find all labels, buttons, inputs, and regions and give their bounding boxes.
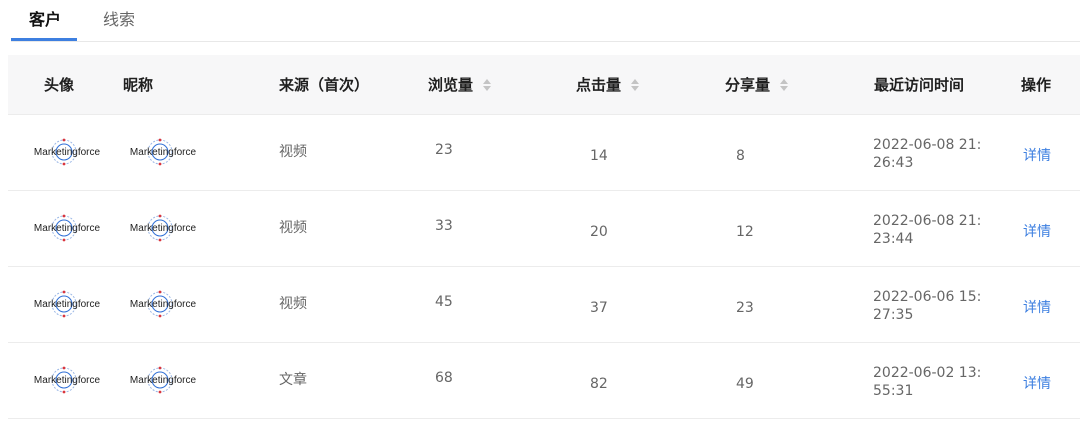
column-header-source: 来源（首次） — [279, 76, 370, 94]
table-header: 头像 昵称 来源（首次） 浏览量 点击量 分享量 最近访问时间 操作 — [8, 55, 1080, 115]
nickname-logo: Marketingforce — [124, 131, 202, 173]
shares-cell: 8 — [736, 148, 745, 164]
views-cell: 33 — [435, 218, 453, 234]
source-cell: 视频 — [279, 220, 307, 236]
avatar: Marketingforce — [28, 131, 106, 173]
recent-visit-date: 2022-06-08 21: — [873, 137, 982, 153]
recent-visit-cell: 2022-06-08 21: 26:43 — [873, 136, 981, 172]
logo-label: Marketingforce — [34, 299, 101, 310]
marketingforce-logo: Marketingforce — [130, 290, 197, 318]
column-header-shares-label: 分享量 — [725, 76, 771, 94]
clicks-cell: 20 — [590, 224, 608, 240]
logo-label: Marketingforce — [130, 223, 197, 234]
sort-icon[interactable] — [483, 78, 492, 91]
marketingforce-logo: Marketingforce — [34, 138, 101, 166]
recent-visit-date: 2022-06-08 21: — [873, 213, 982, 229]
shares-cell: 49 — [736, 376, 754, 392]
logo-label: Marketingforce — [130, 375, 197, 386]
details-link[interactable]: 详情 — [1023, 297, 1051, 317]
logo-label: Marketingforce — [130, 299, 197, 310]
tab-customers[interactable]: 客户 — [29, 10, 61, 30]
logo-label: Marketingforce — [34, 147, 101, 158]
recent-visit-cell: 2022-06-02 13: 55:31 — [873, 364, 981, 400]
column-header-actions: 操作 — [1021, 76, 1052, 94]
source-cell: 视频 — [279, 144, 307, 160]
column-header-recent-visit: 最近访问时间 — [874, 76, 965, 94]
tab-bar: 客户 线索 — [0, 0, 1080, 42]
clicks-cell: 82 — [590, 376, 608, 392]
marketingforce-logo: Marketingforce — [130, 138, 197, 166]
shares-cell: 12 — [736, 224, 754, 240]
nickname-logo: Marketingforce — [124, 359, 202, 401]
views-cell: 23 — [435, 142, 453, 158]
marketingforce-logo: Marketingforce — [34, 214, 101, 242]
column-header-avatar: 头像 — [44, 76, 75, 94]
sort-icon[interactable] — [631, 78, 640, 91]
table-row: Marketingforce Marketingforce 视频 45 37 2… — [8, 267, 1080, 343]
marketingforce-logo: Marketingforce — [130, 214, 197, 242]
nickname-logo: Marketingforce — [124, 207, 202, 249]
table-body: Marketingforce Marketingforce 视频 23 14 8… — [8, 115, 1080, 419]
column-header-views[interactable]: 浏览量 — [428, 75, 492, 95]
table-row: Marketingforce Marketingforce 视频 33 20 1… — [8, 191, 1080, 267]
marketingforce-logo: Marketingforce — [34, 290, 101, 318]
source-cell: 文章 — [279, 372, 307, 388]
table-row: Marketingforce Marketingforce 文章 68 82 4… — [8, 343, 1080, 419]
logo-label: Marketingforce — [130, 147, 197, 158]
column-header-nickname: 昵称 — [123, 76, 154, 94]
source-cell: 视频 — [279, 296, 307, 312]
column-header-shares[interactable]: 分享量 — [725, 75, 789, 95]
avatar: Marketingforce — [28, 359, 106, 401]
recent-visit-time: 55:31 — [873, 383, 914, 399]
details-link[interactable]: 详情 — [1023, 221, 1051, 241]
recent-visit-date: 2022-06-02 13: — [873, 365, 982, 381]
sort-icon[interactable] — [780, 78, 789, 91]
details-link[interactable]: 详情 — [1023, 145, 1051, 165]
logo-label: Marketingforce — [34, 223, 101, 234]
marketingforce-logo: Marketingforce — [130, 366, 197, 394]
recent-visit-cell: 2022-06-06 15: 27:35 — [873, 288, 981, 324]
column-header-views-label: 浏览量 — [428, 76, 474, 94]
avatar: Marketingforce — [28, 207, 106, 249]
recent-visit-time: 27:35 — [873, 307, 914, 323]
details-link[interactable]: 详情 — [1023, 373, 1051, 393]
recent-visit-cell: 2022-06-08 21: 23:44 — [873, 212, 981, 248]
table-row: Marketingforce Marketingforce 视频 23 14 8… — [8, 115, 1080, 191]
tab-leads[interactable]: 线索 — [103, 10, 135, 30]
clicks-cell: 37 — [590, 300, 608, 316]
recent-visit-time: 23:44 — [873, 231, 914, 247]
column-header-clicks-label: 点击量 — [576, 76, 622, 94]
nickname-logo: Marketingforce — [124, 283, 202, 325]
clicks-cell: 14 — [590, 148, 608, 164]
marketingforce-logo: Marketingforce — [34, 366, 101, 394]
shares-cell: 23 — [736, 300, 754, 316]
views-cell: 45 — [435, 294, 453, 310]
tab-divider — [11, 41, 1080, 42]
customer-table: 头像 昵称 来源（首次） 浏览量 点击量 分享量 最近访问时间 操作 Marke… — [8, 55, 1080, 419]
recent-visit-time: 26:43 — [873, 155, 914, 171]
avatar: Marketingforce — [28, 283, 106, 325]
logo-label: Marketingforce — [34, 375, 101, 386]
recent-visit-date: 2022-06-06 15: — [873, 289, 982, 305]
views-cell: 68 — [435, 370, 453, 386]
column-header-clicks[interactable]: 点击量 — [576, 75, 640, 95]
